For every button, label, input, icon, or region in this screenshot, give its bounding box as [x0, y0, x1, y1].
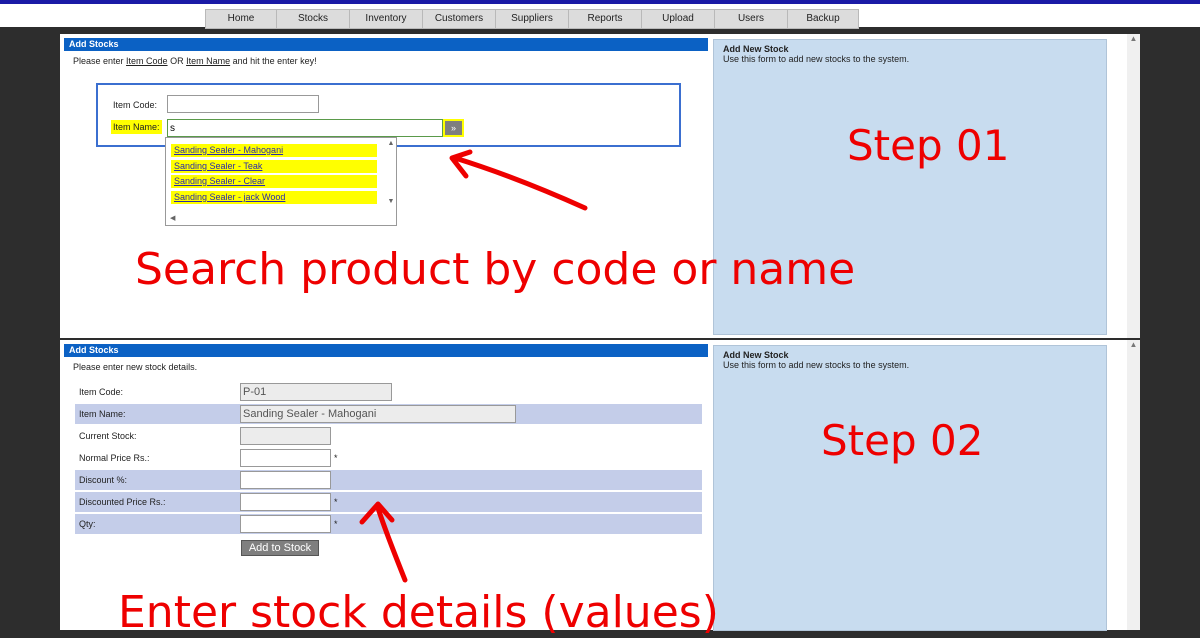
red-arrow-icon [359, 501, 408, 583]
annotation-arrows [359, 149, 588, 583]
red-arrow-icon [449, 149, 588, 211]
